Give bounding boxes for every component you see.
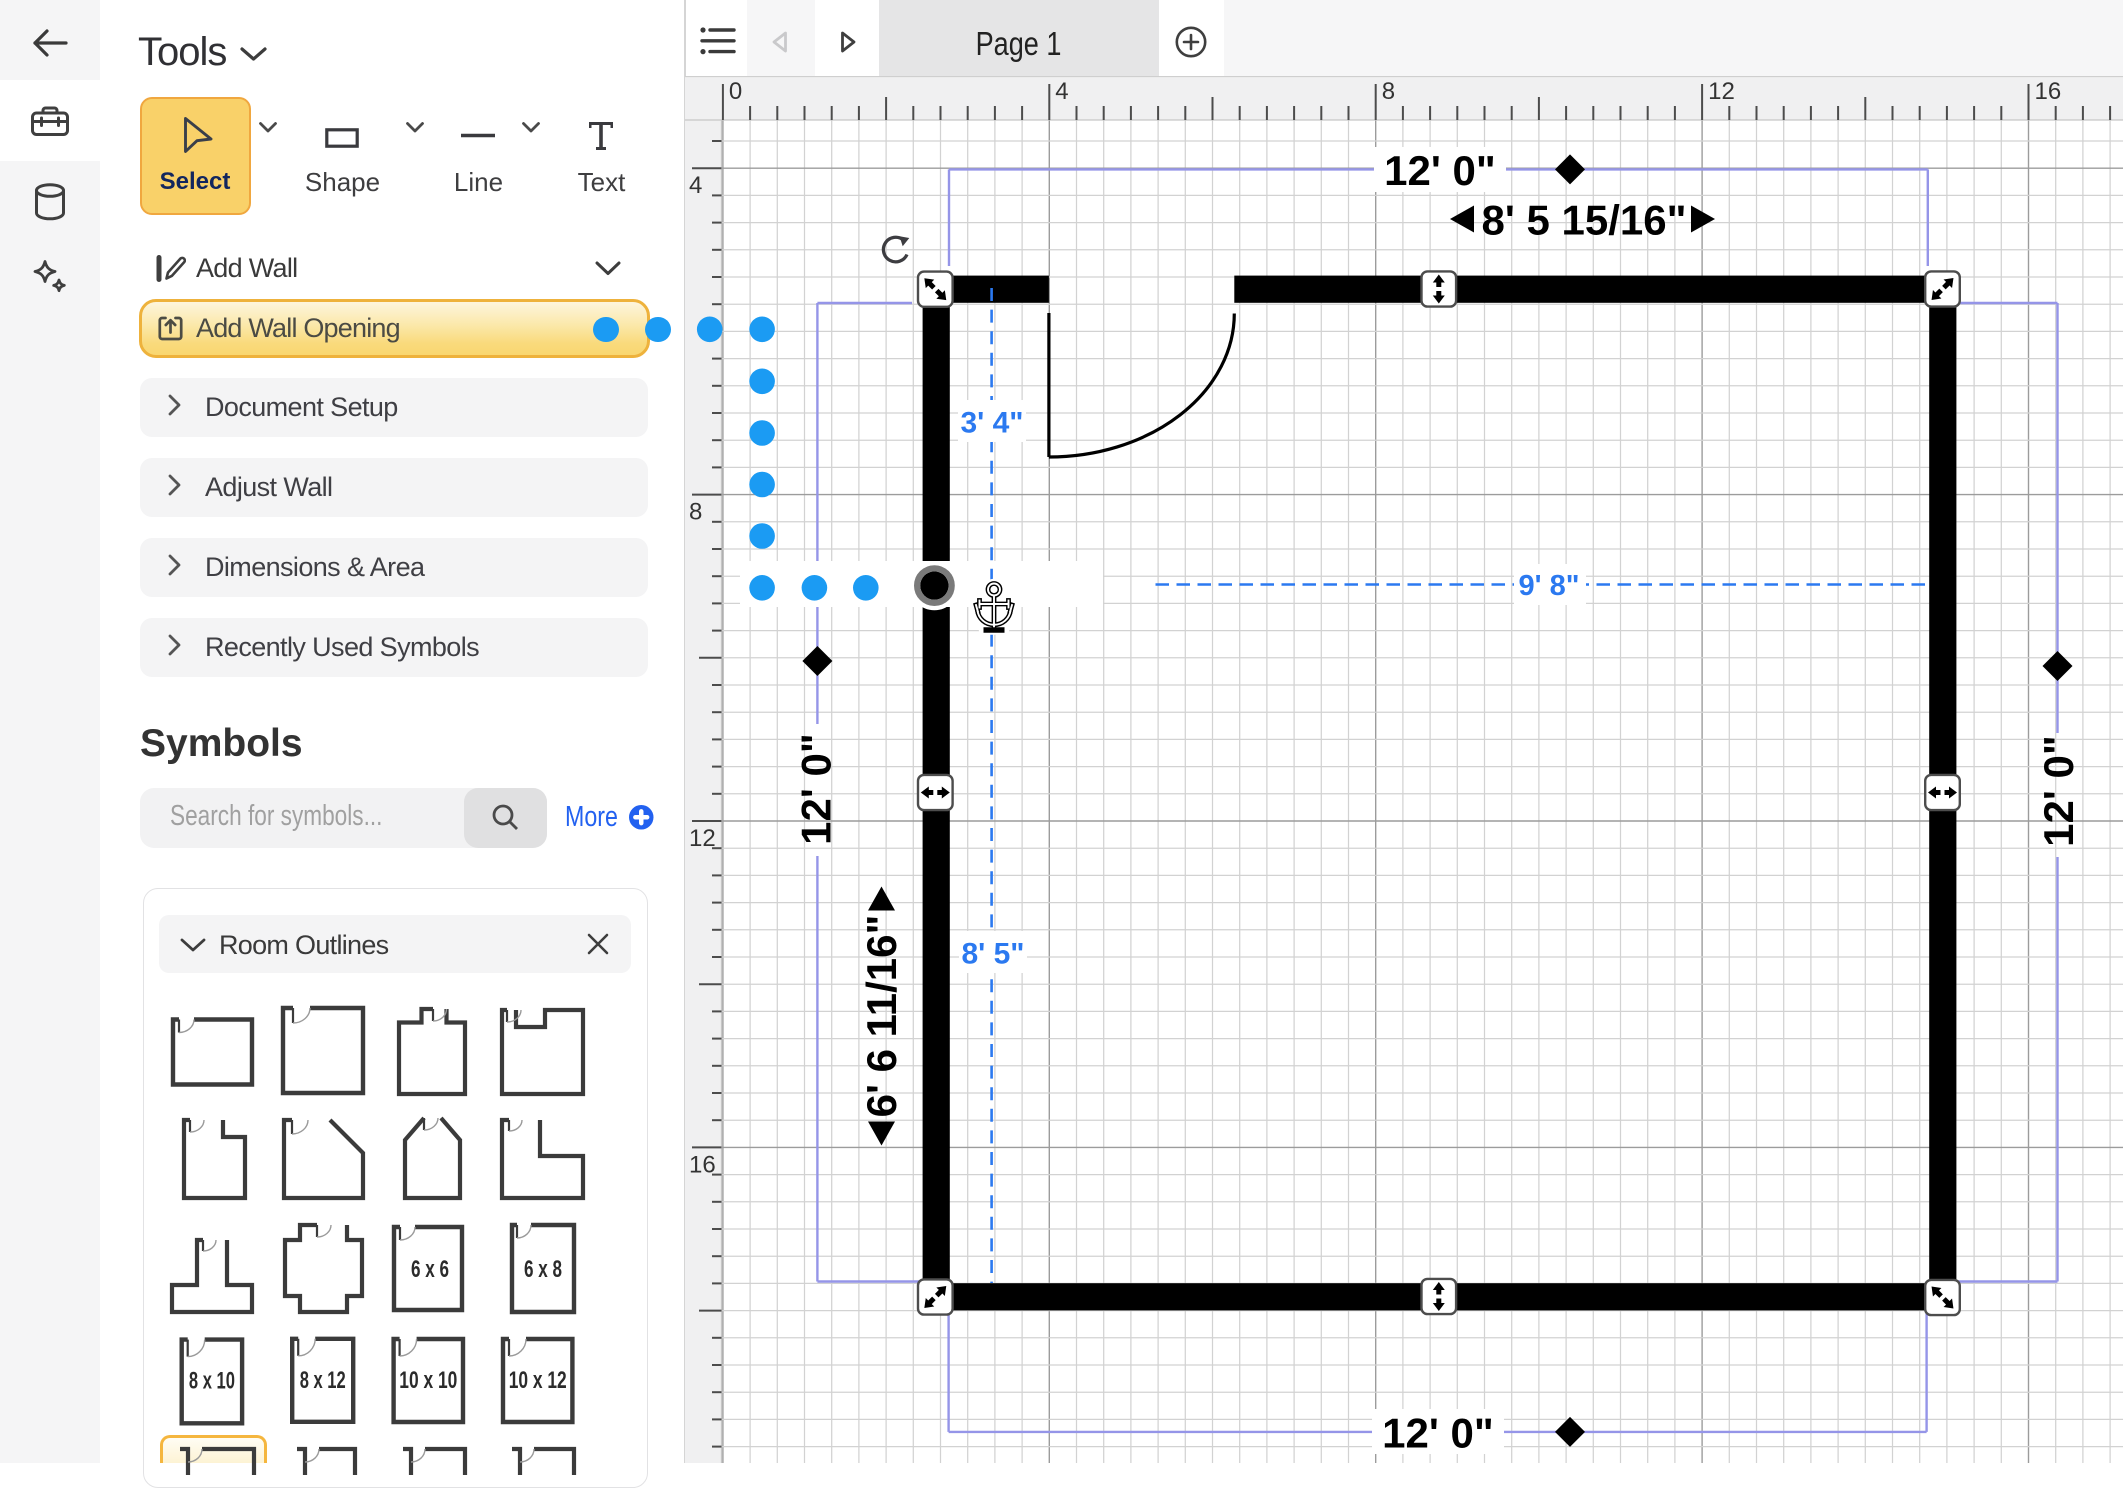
svg-text:4: 4 [1055,78,1068,105]
svg-text:8: 8 [1382,78,1395,105]
svg-text:6 x 6: 6 x 6 [411,1256,449,1283]
svg-text:9' 8": 9' 8" [1519,570,1580,602]
svg-text:6' 6 11/16": 6' 6 11/16" [858,915,905,1118]
svg-text:12' 0": 12' 0" [2035,735,2082,847]
svg-text:8' 5 15/16": 8' 5 15/16" [1481,197,1686,244]
svg-text:12' 0": 12' 0" [793,733,840,845]
svg-text:6 x 8: 6 x 8 [524,1256,562,1283]
svg-text:12: 12 [1708,78,1735,105]
svg-text:3' 4": 3' 4" [960,407,1023,440]
svg-text:16: 16 [689,1151,716,1178]
svg-text:10 x 12: 10 x 12 [509,1367,567,1394]
svg-text:16: 16 [2035,78,2062,105]
svg-text:12: 12 [689,825,716,852]
svg-text:12' 0": 12' 0" [1382,1410,1494,1457]
svg-text:8 x 12: 8 x 12 [300,1367,346,1394]
svg-text:8 x 10: 8 x 10 [189,1368,235,1395]
svg-text:4: 4 [689,172,702,199]
svg-text:0: 0 [729,78,742,105]
svg-text:12' 0": 12' 0" [1384,147,1496,194]
svg-text:8' 5": 8' 5" [961,938,1024,971]
svg-text:8: 8 [689,499,702,526]
svg-text:10 x 10: 10 x 10 [399,1367,457,1394]
